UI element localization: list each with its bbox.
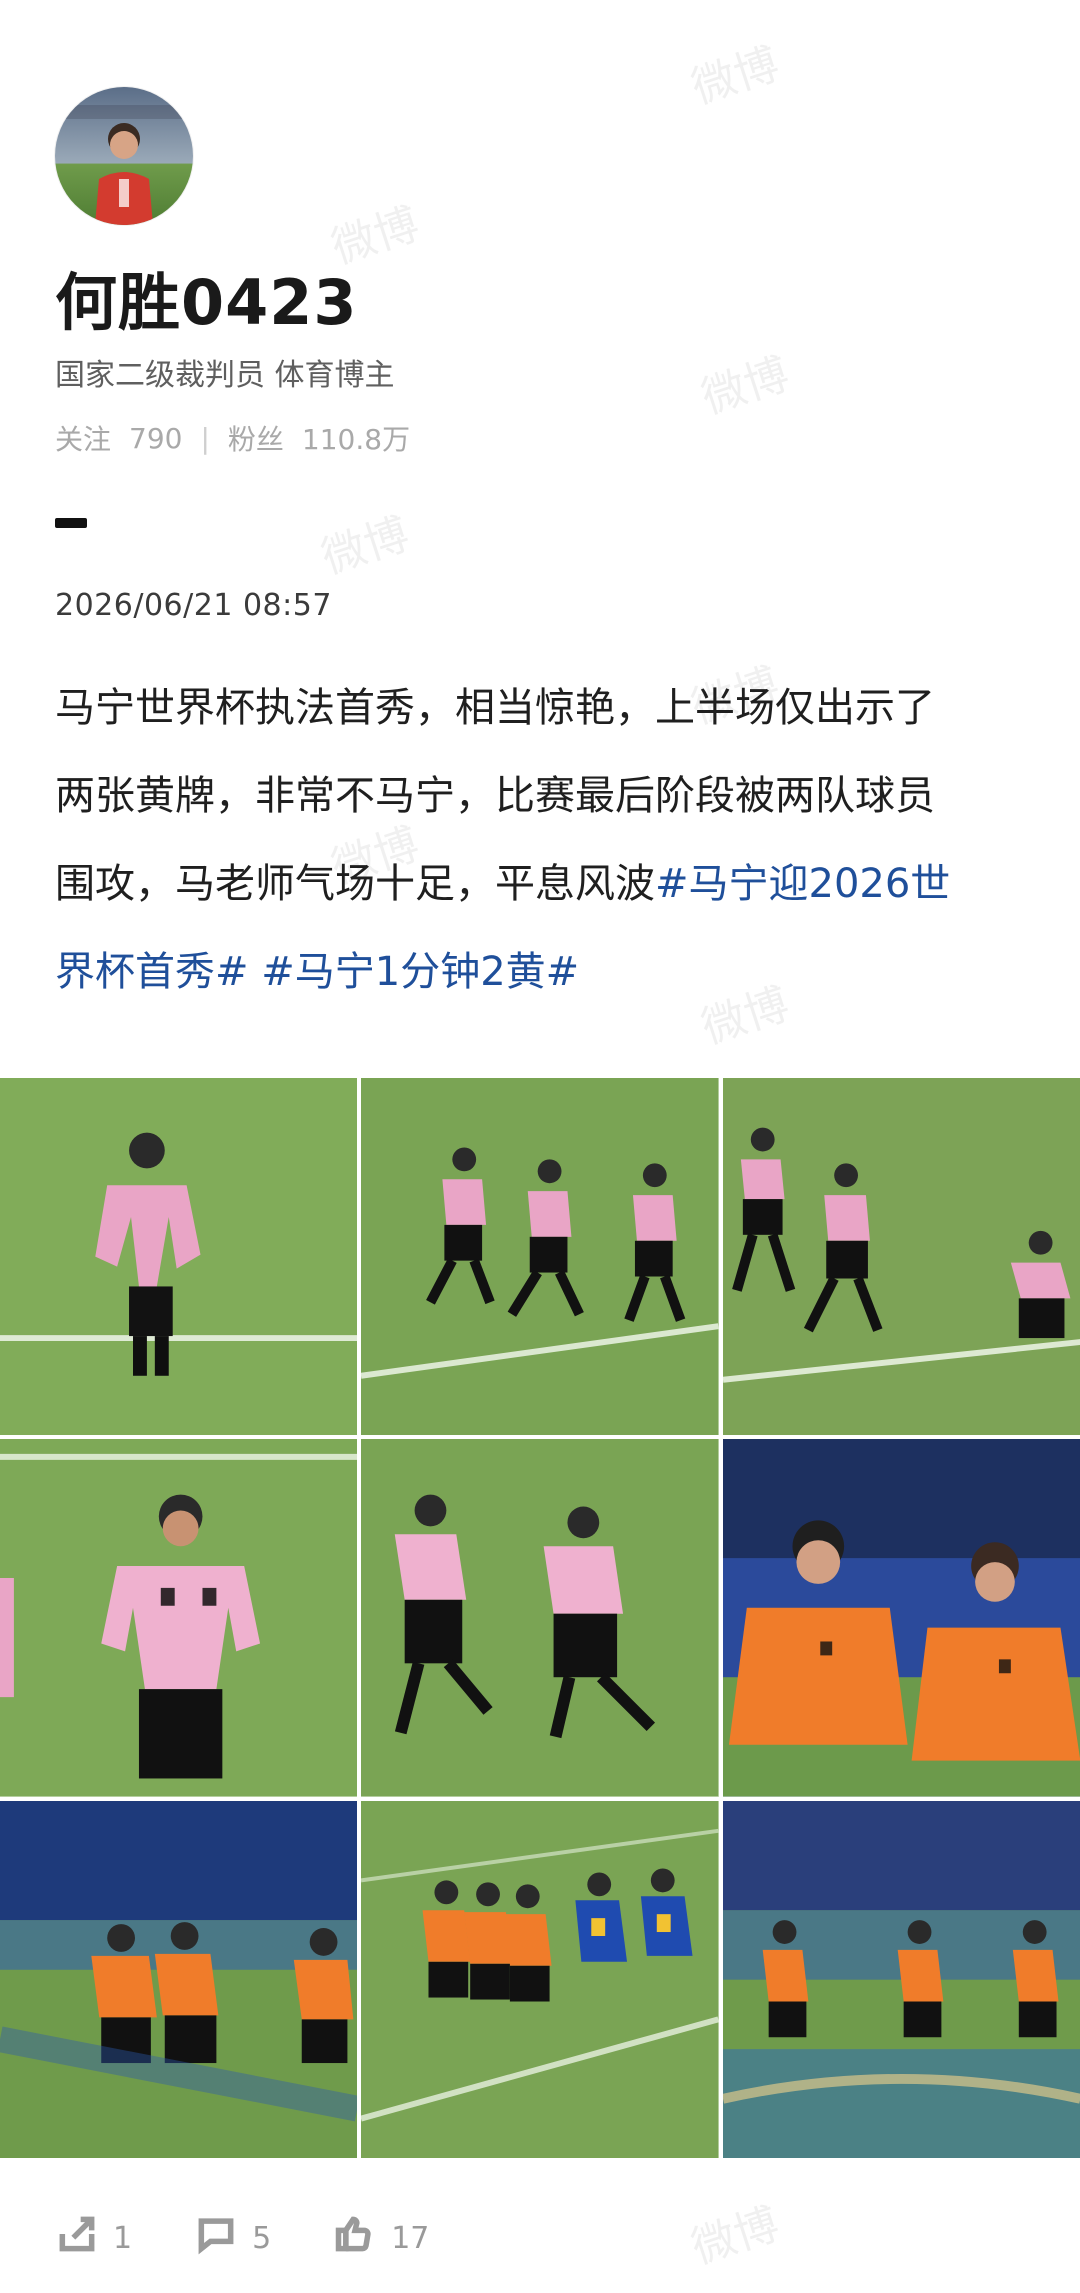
photo-thumbnail[interactable] [361, 1439, 719, 1797]
hashtag-link[interactable]: #马宁迎2026世 [655, 861, 950, 907]
avatar[interactable] [55, 87, 193, 225]
photo-thumbnail[interactable] [361, 1800, 719, 2158]
post-line: 界杯首秀# #马宁1分钟2黄# [55, 928, 1015, 1016]
comment-count: 5 [252, 2220, 272, 2256]
photo-thumbnail[interactable] [0, 1800, 358, 2158]
watermark: 微博 [695, 348, 796, 425]
fans-count[interactable]: 110.8万 [302, 418, 410, 458]
stats-separator: | [200, 421, 210, 455]
like-count: 17 [391, 2220, 430, 2256]
post-text-segment: 围攻，马老师气场十足，平息风波 [55, 861, 655, 907]
post-line: 马宁世界杯执法首秀，相当惊艳，上半场仅出示了 [55, 685, 935, 731]
watermark: 微博 [685, 2198, 786, 2275]
photo-thumbnail[interactable] [722, 1439, 1080, 1797]
post-line: 两张黄牌，非常不马宁，比赛最后阶段被两队球员 [55, 773, 935, 819]
watermark: 微博 [685, 38, 786, 115]
profile-bio: 国家二级裁判员 体育博主 [55, 358, 395, 393]
repost-count: 1 [113, 2220, 133, 2256]
fans-label[interactable]: 粉丝 [228, 418, 284, 458]
watermark: 微博 [315, 508, 416, 585]
post-timestamp: 2026/06/21 08:57 [55, 588, 332, 623]
post-line: 围攻，马老师气场十足，平息风波#马宁迎2026世 [55, 840, 1015, 928]
section-divider [55, 518, 87, 528]
share-icon [55, 2212, 99, 2264]
photo-grid [0, 1078, 1080, 2158]
thumbs-up-icon [333, 2212, 377, 2264]
photo-thumbnail[interactable] [722, 1800, 1080, 2158]
comment-icon [194, 2212, 238, 2264]
photo-thumbnail[interactable] [0, 1439, 358, 1797]
comment-button[interactable]: 5 [194, 2212, 271, 2264]
post-text: 马宁世界杯执法首秀，相当惊艳，上半场仅出示了 两张黄牌，非常不马宁，比赛最后阶段… [55, 664, 1015, 1016]
like-button[interactable]: 17 [333, 2212, 429, 2264]
repost-button[interactable]: 1 [55, 2212, 132, 2264]
profile-stats: 关注 790 | 粉丝 110.8万 [55, 418, 410, 458]
post-actions: 1 5 17 [55, 2214, 429, 2262]
photo-thumbnail[interactable] [0, 1078, 358, 1436]
profile-name[interactable]: 何胜0423 [55, 252, 358, 342]
photo-thumbnail[interactable] [361, 1078, 719, 1436]
hashtag-link[interactable]: #马宁1分钟2黄# [261, 949, 579, 995]
photo-thumbnail[interactable] [722, 1078, 1080, 1436]
hashtag-link[interactable]: 界杯首秀# [55, 949, 249, 995]
following-label[interactable]: 关注 [55, 418, 111, 458]
following-count[interactable]: 790 [129, 422, 182, 455]
